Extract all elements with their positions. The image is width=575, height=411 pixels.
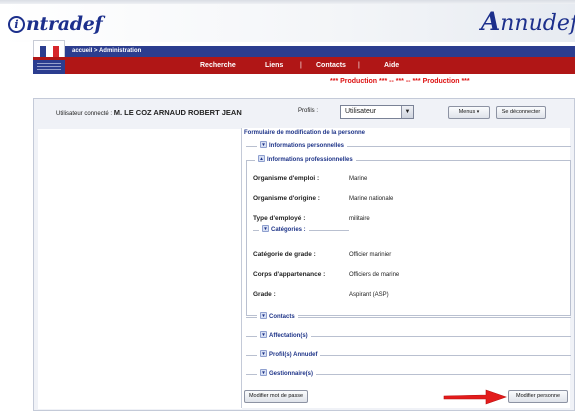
nav-separator: | <box>358 62 360 69</box>
expand-icon[interactable]: ▾ <box>260 331 267 338</box>
connected-user: Utilisateur connecté : M. LE COZ ARNAUD … <box>56 108 242 117</box>
nav-liens[interactable]: Liens <box>265 57 283 74</box>
annudef-logo-text: nnudef <box>500 11 575 36</box>
page: i ntradef Annudef accueil > Administrati… <box>0 0 575 411</box>
section-profils[interactable]: ▾ Profil(s) Annudef <box>246 350 571 360</box>
main-nav-bar <box>33 57 575 74</box>
profil-select-value: Utilisateur <box>345 108 377 115</box>
intradef-logo-initial: i <box>8 15 25 33</box>
section-contacts[interactable]: ▾ Contacts <box>246 312 571 322</box>
connected-user-name: M. LE COZ ARNAUD ROBERT JEAN <box>113 108 242 117</box>
profil-select[interactable]: Utilisateur ▼ <box>340 105 414 119</box>
ministry-logo <box>33 60 65 74</box>
chevron-down-icon: ▾ <box>476 109 480 115</box>
section-professional: ▴ Informations professionnelles Organisme… <box>246 155 571 316</box>
logout-button[interactable]: Se déconnecter <box>496 106 546 119</box>
change-password-button[interactable]: Modifier mot de passe <box>244 390 308 403</box>
intradef-logo[interactable]: i ntradef <box>8 10 103 38</box>
left-column <box>38 129 242 409</box>
annudef-logo[interactable]: Annudef <box>481 7 575 36</box>
annudef-logo-initial: A <box>480 7 501 36</box>
red-arrow-icon <box>443 389 507 405</box>
nav-aide[interactable]: Aide <box>384 57 399 74</box>
breadcrumb[interactable]: accueil > Administration <box>72 46 141 57</box>
chevron-down-icon[interactable]: ▼ <box>401 106 413 118</box>
nav-separator: | <box>300 62 302 69</box>
section-categories[interactable]: ▾ Catégories : <box>253 225 349 235</box>
expand-icon[interactable]: ▾ <box>260 312 267 319</box>
intradef-logo-text: ntradef <box>26 13 103 35</box>
header: i ntradef Annudef <box>0 4 575 42</box>
nav-contacts[interactable]: Contacts <box>316 57 346 74</box>
section-affectations[interactable]: ▾ Affectation(s) <box>246 331 571 341</box>
expand-icon[interactable]: ▾ <box>260 369 267 376</box>
nav-recherche[interactable]: Recherche <box>200 57 236 74</box>
section-gestionnaires[interactable]: ▾ Gestionnaire(s) <box>246 369 571 379</box>
expand-icon[interactable]: ▾ <box>262 225 269 232</box>
breadcrumb-bar: accueil > Administration <box>65 46 575 57</box>
profil-label: Profils : <box>298 108 319 114</box>
production-banner: *** Production *** -- *** -- *** Product… <box>330 78 470 85</box>
section-personal[interactable]: ▾ Informations personnelles <box>246 141 571 151</box>
expand-icon[interactable]: ▾ <box>260 141 267 148</box>
collapse-icon[interactable]: ▴ <box>258 155 265 162</box>
form-title: Formulaire de modification de la personn… <box>244 130 366 136</box>
modify-person-button[interactable]: Modifier personne <box>508 390 568 403</box>
section-professional-header[interactable]: ▴ Informations professionnelles <box>255 155 356 165</box>
main-panel: Utilisateur connecté : M. LE COZ ARNAUD … <box>33 98 575 411</box>
connected-user-label: Utilisateur connecté : <box>56 111 113 117</box>
user-bar: Utilisateur connecté : M. LE COZ ARNAUD … <box>38 105 568 121</box>
expand-icon[interactable]: ▾ <box>260 350 267 357</box>
person-form: Formulaire de modification de la personn… <box>241 128 571 408</box>
menus-button[interactable]: Menus ▾ <box>448 106 490 119</box>
